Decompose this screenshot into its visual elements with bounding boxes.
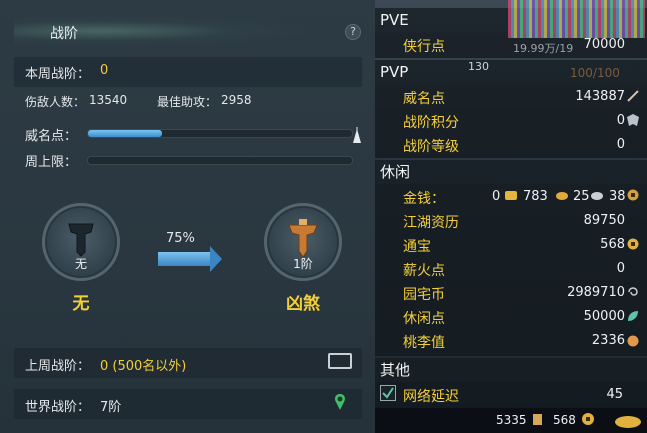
pvp-item-value: 143887 [575, 89, 625, 104]
pvp-item-label: 战阶积分 [403, 115, 459, 131]
leisure-header: 休闲 [375, 160, 647, 184]
copper-coin-icon [627, 189, 639, 201]
gold-ingot-icon[interactable] [613, 410, 643, 430]
leisure-item-value: 2336 [591, 333, 625, 348]
other-header: 其他 [375, 358, 647, 382]
silver-icon [591, 192, 603, 200]
leisure-item-label: 通宝 [403, 239, 431, 255]
gold-icon [556, 192, 568, 200]
check-icon [382, 387, 394, 399]
leisure-item-label: 江湖资历 [403, 215, 459, 231]
hp-text: 19.99万/19 [513, 42, 574, 55]
leisure-item-value: 89750 [583, 213, 625, 228]
help-button[interactable]: ? [345, 24, 361, 40]
rank-panel: 战阶 ? 本周战阶： 0 伤敌人数： 13540 最佳助攻： 2958 威名点：… [0, 0, 375, 433]
pvp-item-value: 0 [616, 137, 625, 152]
weekly-cap-bar [87, 156, 353, 165]
leisure-item-value: 568 [600, 237, 625, 252]
current-rank-level: 无 [74, 257, 87, 271]
pvp-item-value: 0 [616, 113, 625, 128]
latency-value: 45 [606, 387, 623, 402]
prestige-bar-fill [88, 130, 162, 137]
money-ingot: 0 [492, 189, 501, 204]
money-copper: 38 [609, 189, 626, 204]
money-label: 金钱： [403, 191, 445, 207]
bottom-value-a: 5335 [496, 413, 527, 427]
latency-label: 网络延迟 [403, 389, 459, 405]
kills-value: 13540 [89, 93, 128, 107]
bottom-value-b: 568 [553, 413, 576, 427]
pvp-item-label: 威名点 [403, 91, 445, 107]
world-rank-label: 世界战阶： [25, 400, 91, 415]
coin-icon [582, 413, 594, 425]
last-week-value: 0 (500名以外) [100, 359, 187, 374]
banner-icon [288, 219, 318, 259]
leisure-item-label: 园宅币 [403, 287, 445, 303]
scroll-icon [533, 414, 542, 425]
spiral-icon [628, 287, 638, 296]
progress-percent: 75% [166, 231, 195, 246]
party-bar [508, 0, 645, 38]
world-rank-value: 7阶 [100, 400, 122, 415]
progress-arrow [158, 252, 212, 266]
gold-ingot-icon [505, 191, 517, 200]
money-silver: 25 [573, 189, 590, 204]
current-rank-medal: 无 [42, 203, 120, 281]
pve-item-label: 侠行点 [403, 39, 445, 55]
assist-label: 最佳助攻： [157, 95, 218, 109]
pvp-item-label: 战阶等级 [403, 139, 459, 155]
location-pin-icon[interactable] [333, 393, 347, 411]
marker-icon [353, 127, 361, 143]
panel-title: 战阶 [50, 26, 78, 42]
prestige-bar [87, 129, 353, 138]
assist-value: 2958 [221, 93, 252, 107]
leisure-item-label: 休闲点 [403, 311, 445, 327]
leisure-item-value: 0 [616, 261, 625, 276]
next-rank-medal: 1阶 [264, 203, 342, 281]
level-text: 130 [468, 60, 489, 73]
leisure-item-label: 薪火点 [403, 263, 445, 279]
leisure-item-value: 2989710 [567, 285, 625, 300]
progress-arrow-head [210, 246, 222, 272]
leisure-item-value: 50000 [583, 309, 625, 324]
last-week-label: 上周战阶： [25, 359, 91, 374]
current-rank-name: 无 [72, 294, 90, 314]
reward-chest-icon[interactable] [328, 353, 352, 369]
leaf-icon [628, 311, 638, 321]
coin-icon [627, 238, 639, 250]
weekly-rank-value: 0 [100, 63, 109, 78]
banner-icon [68, 223, 94, 258]
weekly-rank-label: 本周战阶： [25, 67, 91, 82]
weekly-cap-label: 周上限： [25, 155, 78, 170]
money-gold: 783 [523, 189, 548, 204]
crest-icon [627, 114, 639, 126]
kills-label: 伤敌人数： [25, 95, 86, 109]
next-rank-name: 凶煞 [286, 294, 320, 314]
peach-icon [627, 335, 639, 347]
pve-item-value: 70000 [583, 37, 625, 52]
latency-checkbox[interactable] [380, 385, 396, 401]
next-rank-level: 1阶 [293, 257, 313, 271]
sword-icon [627, 90, 639, 102]
currency-panel: PVE 侠行点 70000 19.99万/19 PVP 130 100/100 … [375, 0, 647, 433]
prestige-label: 威名点： [25, 129, 78, 144]
ratio-text: 100/100 [570, 66, 620, 80]
leisure-item-label: 桃李值 [403, 335, 445, 351]
